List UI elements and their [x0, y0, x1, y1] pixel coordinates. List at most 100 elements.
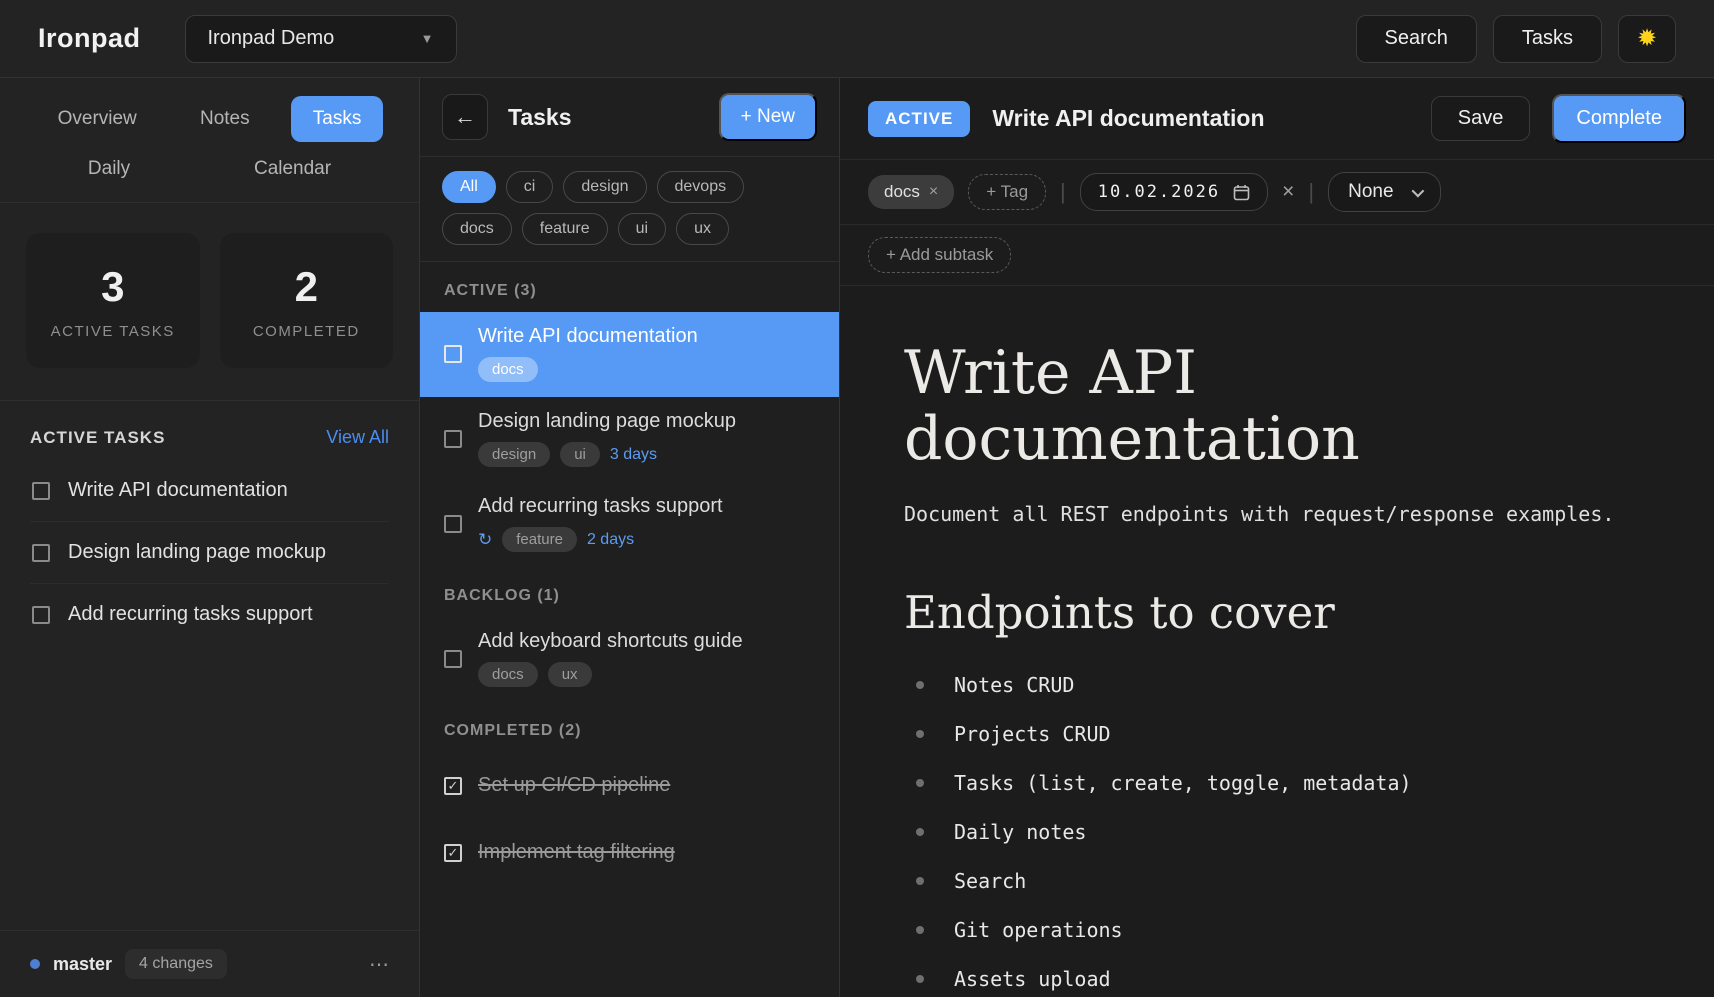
list-item: Projects CRUD: [904, 722, 1658, 746]
theme-toggle-button[interactable]: ✹: [1618, 15, 1676, 63]
checkbox-checked[interactable]: ✓: [444, 777, 462, 795]
due-label: 2 days: [587, 531, 634, 549]
list-item: Search: [904, 869, 1658, 893]
priority-value: None: [1348, 181, 1393, 203]
section-title: ACTIVE TASKS: [30, 428, 165, 448]
sidebar-item-overview[interactable]: Overview: [36, 96, 159, 142]
complete-button[interactable]: Complete: [1552, 94, 1686, 143]
task-title: Implement tag filtering: [478, 841, 675, 864]
checkbox[interactable]: [32, 544, 50, 562]
recurring-icon: ↻: [478, 530, 492, 550]
list-item[interactable]: Add recurring tasks support: [30, 584, 389, 645]
tag-badge: ux: [548, 662, 592, 687]
completed-label: COMPLETED: [220, 323, 394, 340]
task-row[interactable]: Design landing page mockup design ui 3 d…: [420, 397, 839, 482]
sun-icon: ✹: [1637, 27, 1657, 51]
checkbox[interactable]: [444, 345, 462, 363]
active-tasks-count: 3: [26, 263, 200, 311]
checkbox[interactable]: [444, 515, 462, 533]
calendar-icon: [1233, 184, 1250, 201]
sidebar-item-calendar[interactable]: Calendar: [232, 146, 353, 192]
workspace-selector[interactable]: Ironpad Demo ▼: [185, 15, 457, 63]
tasks-button[interactable]: Tasks: [1493, 15, 1602, 63]
sidebar-item-tasks[interactable]: Tasks: [291, 96, 384, 142]
panel-title: Tasks: [508, 104, 572, 131]
more-options-icon[interactable]: ⋯: [369, 952, 389, 977]
clear-date-icon[interactable]: ×: [1282, 180, 1294, 204]
filter-ux[interactable]: ux: [676, 213, 729, 245]
bullet-icon: [916, 828, 924, 836]
add-tag-button[interactable]: + Tag: [968, 174, 1046, 210]
tag-badge: feature: [502, 527, 577, 552]
branch-name: master: [53, 954, 112, 975]
filter-ci[interactable]: ci: [506, 171, 554, 203]
task-label: Add recurring tasks support: [68, 603, 313, 626]
bullet-icon: [916, 926, 924, 934]
task-row[interactable]: Add keyboard shortcuts guide docs ux: [420, 617, 839, 702]
priority-select[interactable]: None: [1328, 172, 1440, 212]
filter-all[interactable]: All: [442, 171, 496, 203]
list-item[interactable]: Write API documentation: [30, 460, 389, 522]
filter-design[interactable]: design: [563, 171, 646, 203]
tasks-panel: ← Tasks + New All ci design devops docs …: [420, 78, 840, 997]
app-logo: Ironpad: [38, 23, 141, 54]
tag-chip-docs[interactable]: docs ×: [868, 175, 954, 209]
checkbox[interactable]: [444, 430, 462, 448]
tag-badge: docs: [478, 662, 538, 687]
completed-count: 2: [220, 263, 394, 311]
divider: |: [1308, 179, 1314, 205]
chevron-down-icon: [1411, 184, 1424, 197]
task-title: Design landing page mockup: [478, 410, 736, 433]
sidebar-nav: Overview Notes Tasks Daily Calendar: [0, 78, 419, 202]
task-row-selected[interactable]: Write API documentation docs: [420, 312, 839, 397]
checkbox-checked[interactable]: ✓: [444, 844, 462, 862]
task-row-completed[interactable]: ✓ Implement tag filtering: [420, 819, 839, 886]
task-title: Add recurring tasks support: [478, 495, 723, 518]
remove-tag-icon[interactable]: ×: [929, 183, 938, 201]
git-status-bar: master 4 changes ⋯: [0, 930, 419, 997]
checkbox[interactable]: [444, 650, 462, 668]
task-row[interactable]: Add recurring tasks support ↻ feature 2 …: [420, 482, 839, 567]
filter-feature[interactable]: feature: [522, 213, 608, 245]
active-tasks-label: ACTIVE TASKS: [26, 323, 200, 340]
list-item: Assets upload: [904, 967, 1658, 991]
add-subtask-button[interactable]: + Add subtask: [868, 237, 1011, 273]
document-body[interactable]: Write API documentation Document all RES…: [840, 286, 1714, 997]
document-heading: Write API documentation: [904, 340, 1658, 472]
new-task-button[interactable]: + New: [719, 93, 817, 141]
section-header-completed: COMPLETED (2): [420, 702, 839, 752]
list-item[interactable]: Design landing page mockup: [30, 522, 389, 584]
list-item: Notes CRUD: [904, 673, 1658, 697]
detail-title: Write API documentation: [992, 105, 1264, 132]
checkbox[interactable]: [32, 482, 50, 500]
sidebar-item-notes[interactable]: Notes: [178, 96, 272, 142]
task-title: Write API documentation: [478, 325, 698, 348]
stat-card-active-tasks: 3 ACTIVE TASKS: [26, 233, 200, 368]
checkbox[interactable]: [32, 606, 50, 624]
filter-ui[interactable]: ui: [618, 213, 666, 245]
save-button[interactable]: Save: [1431, 96, 1531, 141]
due-date-input[interactable]: 10.02.2026: [1080, 173, 1268, 211]
sidebar: Overview Notes Tasks Daily Calendar 3 AC…: [0, 78, 420, 997]
sidebar-item-daily[interactable]: Daily: [66, 146, 152, 192]
due-label: 3 days: [610, 446, 657, 464]
due-date-value: 10.02.2026: [1098, 182, 1220, 202]
task-row-completed[interactable]: ✓ Set up CI/CD pipeline: [420, 752, 839, 819]
task-label: Design landing page mockup: [68, 541, 326, 564]
filter-devops[interactable]: devops: [657, 171, 745, 203]
search-button[interactable]: Search: [1356, 15, 1477, 63]
view-all-link[interactable]: View All: [326, 427, 389, 448]
divider: |: [1060, 179, 1066, 205]
list-item: Daily notes: [904, 820, 1658, 844]
task-detail-panel: ACTIVE Write API documentation Save Comp…: [840, 78, 1714, 997]
chevron-down-icon: ▼: [421, 31, 434, 46]
task-title: Add keyboard shortcuts guide: [478, 630, 743, 653]
filter-docs[interactable]: docs: [442, 213, 512, 245]
workspace-name: Ironpad Demo: [208, 27, 335, 50]
back-button[interactable]: ←: [442, 94, 488, 140]
status-badge: ACTIVE: [868, 101, 970, 137]
bullet-icon: [916, 779, 924, 787]
changes-badge[interactable]: 4 changes: [125, 949, 227, 979]
branch-dot-icon: [30, 959, 40, 969]
document-description: Document all REST endpoints with request…: [904, 502, 1658, 526]
